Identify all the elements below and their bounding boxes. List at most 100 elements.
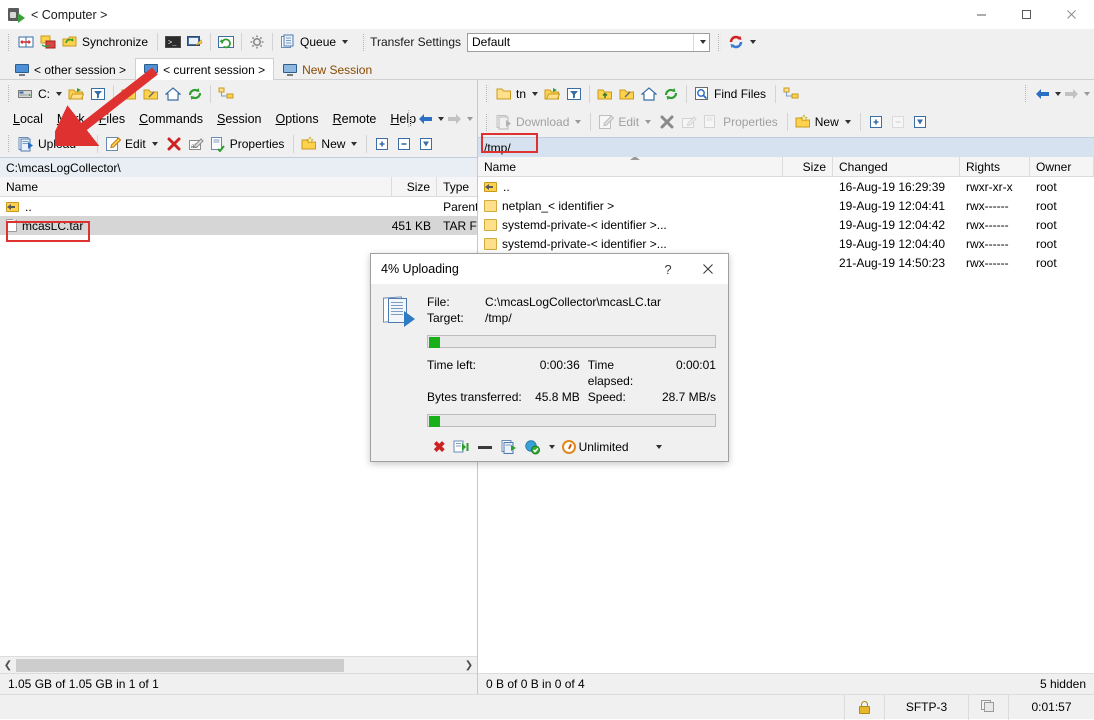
transfer-settings-button[interactable] (501, 439, 517, 455)
local-directory-tree-button[interactable] (215, 83, 237, 105)
remote-edit-path-button[interactable] (616, 83, 638, 105)
toolbar-grip[interactable] (8, 135, 11, 152)
local-delete-button[interactable] (163, 133, 185, 155)
remote-column-changed[interactable]: Changed (833, 157, 960, 177)
local-column-size[interactable]: Size (392, 177, 437, 197)
menu-mark[interactable]: Mark (50, 112, 92, 126)
local-column-type[interactable]: Type (437, 177, 477, 197)
chevron-down-icon[interactable] (152, 142, 158, 146)
local-drive-combo[interactable]: C: (15, 83, 65, 105)
close-button[interactable] (1049, 0, 1094, 29)
tab-other-session[interactable]: < other session > (6, 59, 135, 80)
back-dropdown-icon[interactable] (1055, 92, 1061, 96)
local-home-button[interactable] (162, 83, 184, 105)
remote-open-directory-button[interactable] (541, 83, 563, 105)
find-files-button[interactable]: Find Files (691, 83, 771, 105)
local-rename-button[interactable]: ab (185, 133, 207, 155)
local-refresh-button[interactable] (184, 83, 206, 105)
table-row[interactable]: systemd-private-< identifier >... 19-Aug… (478, 215, 1094, 234)
table-row[interactable]: mcasLC.tar 1,110,451 KB TAR File (0, 216, 477, 235)
split-panels-button[interactable] (15, 31, 37, 53)
menu-commands[interactable]: Commands (132, 112, 210, 126)
minimize-button[interactable] (959, 0, 1004, 29)
local-new-button[interactable]: New (298, 133, 362, 155)
local-invert-selection-button[interactable] (415, 133, 437, 155)
table-row[interactable]: systemd-private-< identifier >... 19-Aug… (478, 234, 1094, 253)
scroll-track[interactable] (16, 658, 461, 673)
preferences-button[interactable] (246, 31, 268, 53)
queue-indicator[interactable] (968, 695, 1008, 720)
remote-invert-selection-button[interactable] (909, 111, 931, 133)
connection-secure-indicator[interactable] (844, 695, 884, 720)
nav-grip[interactable] (408, 110, 411, 127)
transfer-preset-button[interactable] (725, 31, 759, 53)
menu-local[interactable]: Local (6, 112, 50, 126)
tab-current-session[interactable]: < current session > (135, 58, 274, 80)
menu-files[interactable]: Files (92, 112, 132, 126)
chevron-down-icon[interactable] (351, 142, 357, 146)
menu-options[interactable]: Options (269, 112, 326, 126)
back-icon[interactable] (417, 112, 434, 126)
dialog-help-button[interactable]: ? (648, 254, 688, 284)
local-edit-path-button[interactable] (140, 83, 162, 105)
speed-limit-control[interactable]: Unlimited (562, 440, 629, 454)
local-horizontal-scrollbar[interactable]: ❮ ❯ (0, 656, 477, 673)
local-select-all-button[interactable] (371, 133, 393, 155)
remote-new-button[interactable]: New (792, 111, 856, 133)
back-icon[interactable] (1034, 87, 1051, 101)
local-create-directory-button[interactable] (118, 83, 140, 105)
remote-filter-button[interactable] (563, 83, 585, 105)
menu-remote[interactable]: Remote (326, 112, 384, 126)
local-path-bar[interactable]: C:\mcasLogCollector\ (0, 157, 477, 177)
remote-directory-tree-button[interactable] (780, 83, 802, 105)
local-column-name[interactable]: Name (0, 177, 392, 197)
open-terminal-button[interactable]: >_ (162, 31, 184, 53)
chevron-down-icon[interactable] (342, 40, 348, 44)
scroll-right-icon[interactable]: ❯ (461, 658, 477, 673)
queue-button[interactable]: Queue (277, 31, 353, 53)
table-row[interactable]: netplan_< identifier > 19-Aug-19 12:04:4… (478, 196, 1094, 215)
synchronize-button[interactable]: Synchronize (59, 31, 153, 53)
local-edit-button[interactable]: Edit (102, 133, 163, 155)
local-open-directory-button[interactable] (65, 83, 87, 105)
remote-home-button[interactable] (638, 83, 660, 105)
move-to-queue-button[interactable] (453, 439, 469, 455)
remote-column-name[interactable]: Name (478, 157, 783, 177)
tab-new-session[interactable]: New Session (274, 59, 381, 80)
back-dropdown-icon[interactable] (438, 117, 444, 121)
chevron-down-icon[interactable] (532, 92, 538, 96)
remote-path-combo[interactable]: tn (493, 83, 541, 105)
remote-column-owner[interactable]: Owner (1030, 157, 1094, 177)
local-filter-button[interactable] (87, 83, 109, 105)
chevron-down-icon[interactable] (845, 120, 851, 124)
keep-remote-directory-up-to-date-button[interactable] (215, 31, 237, 53)
local-properties-button[interactable]: Properties (207, 133, 290, 155)
menu-session[interactable]: Session (210, 112, 268, 126)
toolbar-grip[interactable] (486, 114, 489, 131)
speed-limit-dropdown-icon[interactable] (656, 445, 662, 449)
scroll-left-icon[interactable]: ❮ (0, 658, 16, 673)
transfer-options-dropdown-icon[interactable] (549, 445, 555, 449)
remote-refresh-button[interactable] (660, 83, 682, 105)
dialog-close-button[interactable] (688, 254, 728, 284)
toolbar-grip-3[interactable] (718, 34, 721, 51)
remote-column-size[interactable]: Size (783, 157, 833, 177)
chevron-down-icon[interactable] (82, 142, 88, 146)
cancel-transfer-button[interactable]: ✖ (433, 440, 446, 455)
chevron-down-icon[interactable] (750, 40, 756, 44)
table-row[interactable]: .. Parent (0, 197, 477, 216)
upload-button[interactable]: Upload (15, 133, 93, 155)
chevron-down-icon[interactable] (56, 92, 62, 96)
transfer-options-button[interactable] (524, 439, 540, 455)
remote-path-bar[interactable]: /tmp/ (478, 137, 1094, 157)
maximize-button[interactable] (1004, 0, 1049, 29)
remote-column-rights[interactable]: Rights (960, 157, 1030, 177)
toolbar-grip[interactable] (8, 85, 11, 102)
minimize-dialog-button[interactable] (478, 446, 492, 449)
transfer-settings-combo[interactable]: Default (467, 33, 710, 52)
toolbar-grip-2[interactable] (363, 34, 366, 51)
table-row[interactable]: .. 16-Aug-19 16:29:39 rwxr-xr-x root (478, 177, 1094, 196)
toolbar-grip[interactable] (486, 85, 489, 102)
remote-select-all-button[interactable] (865, 111, 887, 133)
remote-parent-directory-button[interactable] (594, 83, 616, 105)
